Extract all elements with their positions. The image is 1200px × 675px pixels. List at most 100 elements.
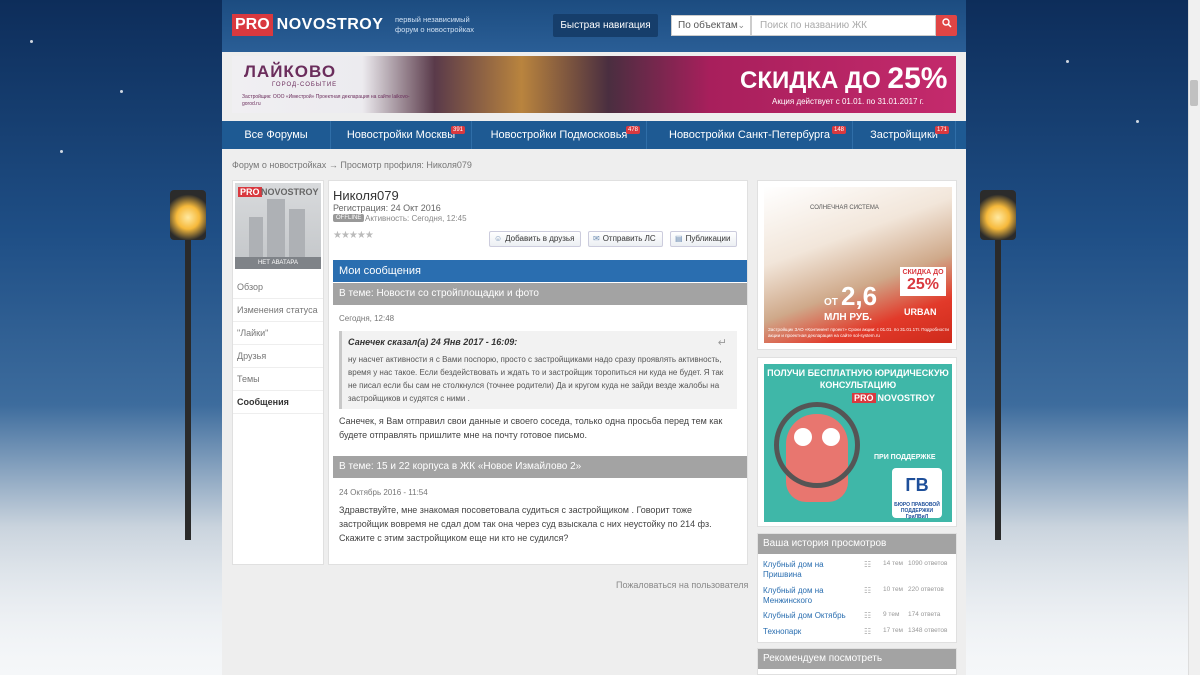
post-date: Сегодня, 12:48 <box>339 314 395 323</box>
nav-item-moscow[interactable]: Новостройки Москвы 391 <box>331 121 472 149</box>
publications-label: Публикации <box>685 234 731 243</box>
post-topic-link[interactable]: В теме: 15 и 22 корпуса в ЖК «Новое Изма… <box>333 456 747 478</box>
chevron-down-icon: ⌄ <box>737 20 745 30</box>
site-header: PRO NOVOSTROY первый независимый форум о… <box>222 0 966 52</box>
history-item-name[interactable]: Клубный дом Октябрь <box>763 611 858 621</box>
profile-menu-overview[interactable]: Обзор <box>233 276 323 299</box>
search-scope-select[interactable]: По объектам ⌄ <box>671 15 751 36</box>
history-item-name[interactable]: Клубный дом на Пришвина <box>763 560 858 580</box>
ad1-discount-value: 25% <box>906 276 940 293</box>
ad1-urban: URBAN <box>904 307 937 317</box>
quote-back-icon[interactable]: ↵ <box>718 336 727 349</box>
avatar-building <box>267 199 285 257</box>
banner-discount-prefix: СКИДКА ДО <box>740 67 881 94</box>
banner-discount-value: 25% <box>887 62 948 95</box>
send-pm-button[interactable]: ✉ Отправить ЛС <box>588 231 663 247</box>
history-item-answers: 1348 ответов <box>908 627 948 634</box>
snow-flake <box>1066 60 1069 63</box>
forum-icon: ☷ <box>864 627 872 636</box>
history-item-answers: 174 ответа <box>908 611 941 618</box>
ad-image: СОЛНЕЧНАЯ СИСТЕМА ОТ 2,6 МЛН РУБ. СКИДКА… <box>764 187 952 343</box>
history-item-topics: 9 тем <box>883 611 900 618</box>
top-ad-banner[interactable]: ЛАЙКОВО ГОРОД-СОБЫТИЕ Застройщик: ООО «И… <box>232 56 956 113</box>
nav-item-label: Все Форумы <box>244 129 308 141</box>
search-button[interactable] <box>936 15 957 36</box>
profile-menu-friends[interactable]: Друзья <box>233 345 323 368</box>
ad-image: ПОЛУЧИ БЕСПЛАТНУЮ ЮРИДИЧЕСКУЮ КОНСУЛЬТАЦ… <box>764 364 952 522</box>
user-add-icon: ☺ <box>494 234 503 243</box>
ad2-logo-name: NOVOSTROY <box>877 393 936 403</box>
avatar: PRO NOVOSTROY НЕТ АВАТАРА <box>235 183 321 269</box>
post-text: Санечек, я Вам отправил свои данные и св… <box>339 416 723 440</box>
lantern-left <box>170 190 206 240</box>
main-nav: Все Форумы Новостройки Москвы 391 Новост… <box>222 121 966 149</box>
profile-panel: Николя079 Регистрация: 24 Окт 2016 OFFLI… <box>328 180 748 565</box>
ad2-title: ПОЛУЧИ БЕСПЛАТНУЮ ЮРИДИЧЕСКУЮ КОНСУЛЬТАЦ… <box>767 368 949 390</box>
nav-item-spb[interactable]: Новостройки Санкт-Петербурга 148 <box>647 121 853 149</box>
view-history-title: Ваша история просмотров <box>758 534 956 554</box>
rating-stars[interactable]: ★★★★★ <box>333 230 374 241</box>
forum-icon: ☷ <box>864 586 872 595</box>
search-icon <box>941 18 952 28</box>
profile-menu: Обзор Изменения статуса "Лайки" Друзья Т… <box>233 276 323 414</box>
history-item-name[interactable]: Клубный дом на Менжинского <box>763 586 858 606</box>
recommend-title: Рекомендуем посмотреть <box>758 649 956 669</box>
avatar-logo-name: NOVOSTROY <box>261 187 319 197</box>
quick-nav-button[interactable]: Быстрая навигация <box>553 14 658 37</box>
nav-item-label: Застройщики <box>870 129 938 141</box>
site-logo[interactable]: PRO NOVOSTROY <box>232 14 383 36</box>
banner-action-dates: Акция действует с 01.01. по 31.01.2017 г… <box>772 97 924 106</box>
history-item-name[interactable]: Технопарк <box>763 627 858 637</box>
breadcrumb-root[interactable]: Форум о новостройках <box>232 160 326 170</box>
quote-header: Санечек сказал(а) 24 Янв 2017 - 16:09: <box>348 337 518 347</box>
lantern-right <box>980 190 1016 240</box>
lantern-pole-left <box>185 240 191 540</box>
report-user-link[interactable]: Пожаловаться на пользователя <box>616 580 748 590</box>
banner-small-print: Застройщик: ООО «Иместрой» Проектная дек… <box>242 94 410 107</box>
side-ad-solar-system[interactable]: СОЛНЕЧНАЯ СИСТЕМА ОТ 2,6 МЛН РУБ. СКИДКА… <box>757 180 957 350</box>
ad1-mln: МЛН РУБ. <box>824 312 873 323</box>
status-badge: OFFLINE <box>333 214 365 222</box>
add-friend-button[interactable]: ☺ Добавить в друзья <box>489 231 582 247</box>
profile-activity: Активность: Сегодня, 12:45 <box>365 214 467 223</box>
nav-item-all-forums[interactable]: Все Форумы <box>222 121 331 149</box>
recommend-panel: Рекомендуем посмотреть <box>757 648 957 675</box>
avatar-building <box>289 209 305 257</box>
profile-registration: Регистрация: 24 Окт 2016 <box>333 203 441 213</box>
nav-item-developers[interactable]: Застройщики 171 <box>853 121 956 149</box>
snow-flake <box>120 90 123 93</box>
profile-menu-likes[interactable]: "Лайки" <box>233 322 323 345</box>
publications-button[interactable]: ▤ Публикации <box>670 231 738 247</box>
side-ad-legal[interactable]: ПОЛУЧИ БЕСПЛАТНУЮ ЮРИДИЧЕСКУЮ КОНСУЛЬТАЦ… <box>757 357 957 527</box>
search-scope-value: По объектам <box>678 20 738 31</box>
ad1-price: ОТ 2,6 МЛН РУБ. <box>824 281 877 323</box>
ad2-partner-logo: ГВ БЮРО ПРАВОВОЙ ПОДДЕРЖКИ ГриЛВиЛ <box>892 468 942 520</box>
snow-flake <box>1136 120 1139 123</box>
profile-menu-topics[interactable]: Темы <box>233 368 323 391</box>
forum-icon: ☷ <box>864 611 872 620</box>
document-icon: ▤ <box>675 234 683 243</box>
ad2-gv: ГВ <box>905 475 929 495</box>
snow-flake <box>60 150 63 153</box>
profile-name: Николя079 <box>333 188 399 203</box>
profile-menu-status-changes[interactable]: Изменения статуса <box>233 299 323 322</box>
search-input[interactable]: Поиск по названию ЖК <box>751 15 936 36</box>
ad2-logo: PRO NOVOSTROY <box>852 392 935 404</box>
history-item-answers: 1090 ответов <box>908 560 948 567</box>
nav-item-podmoskovie[interactable]: Новостройки Подмосковья 478 <box>472 121 647 149</box>
logo-pro: PRO <box>232 14 273 36</box>
profile-menu-messages[interactable]: Сообщения <box>233 391 323 414</box>
history-item-topics: 10 тем <box>883 586 904 593</box>
post-date: 24 Октябрь 2016 - 11:54 <box>339 488 428 497</box>
nav-badge: 171 <box>934 126 949 134</box>
scrollbar-thumb[interactable] <box>1190 80 1198 106</box>
ad1-system: СОЛНЕЧНАЯ СИСТЕМА <box>810 205 879 211</box>
ad1-discount-label: СКИДКА ДО <box>902 269 944 276</box>
banner-brand: ЛАЙКОВО <box>244 62 337 81</box>
forum-icon: ☷ <box>864 560 872 569</box>
mail-icon: ✉ <box>593 234 600 243</box>
history-item-answers: 220 ответов <box>908 586 944 593</box>
post-topic-link[interactable]: В теме: Новости со стройплощадки и фото <box>333 283 747 305</box>
ad1-from: ОТ <box>824 297 838 308</box>
magnifier-icon <box>774 402 860 488</box>
